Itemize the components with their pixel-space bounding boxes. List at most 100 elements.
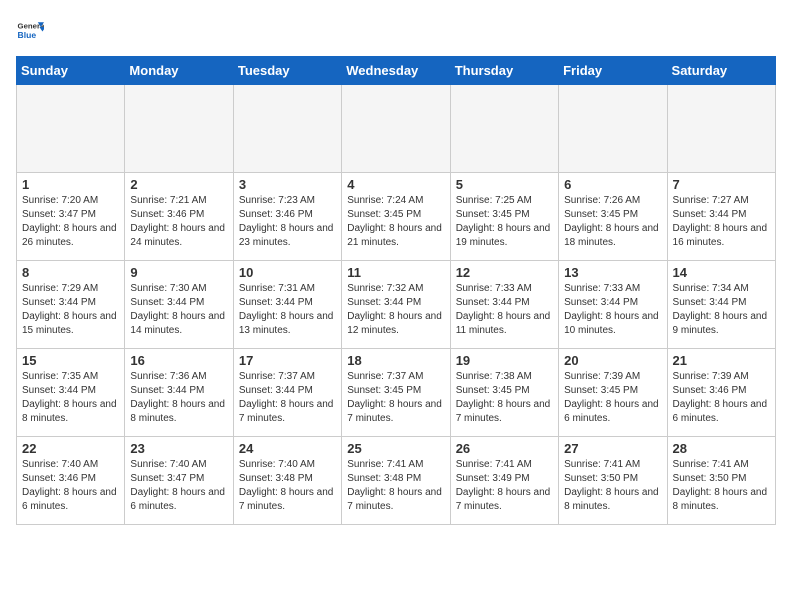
calendar-cell: 5 Sunrise: 7:25 AMSunset: 3:45 PMDaylight… [450, 173, 558, 261]
svg-text:Blue: Blue [18, 30, 37, 40]
calendar-cell: 7 Sunrise: 7:27 AMSunset: 3:44 PMDaylight… [667, 173, 775, 261]
cell-info: Sunrise: 7:34 AMSunset: 3:44 PMDaylight:… [673, 282, 770, 338]
cell-info: Sunrise: 7:27 AMSunset: 3:44 PMDaylight:… [673, 194, 770, 250]
calendar-cell: 19 Sunrise: 7:38 AMSunset: 3:45 PMDayligh… [450, 349, 558, 437]
calendar-cell: 14 Sunrise: 7:34 AMSunset: 3:44 PMDayligh… [667, 261, 775, 349]
day-number: 13 [564, 265, 661, 280]
weekday-header-friday: Friday [559, 57, 667, 85]
calendar-cell [233, 85, 341, 173]
weekday-header-thursday: Thursday [450, 57, 558, 85]
calendar-cell [125, 85, 233, 173]
calendar-cell [17, 85, 125, 173]
calendar-cell [342, 85, 450, 173]
cell-info: Sunrise: 7:41 AMSunset: 3:50 PMDaylight:… [673, 458, 770, 514]
day-number: 11 [347, 265, 444, 280]
day-number: 28 [673, 441, 770, 456]
calendar-cell: 2 Sunrise: 7:21 AMSunset: 3:46 PMDaylight… [125, 173, 233, 261]
calendar-cell: 8 Sunrise: 7:29 AMSunset: 3:44 PMDaylight… [17, 261, 125, 349]
day-number: 9 [130, 265, 227, 280]
calendar-week-3: 8 Sunrise: 7:29 AMSunset: 3:44 PMDaylight… [17, 261, 776, 349]
cell-info: Sunrise: 7:41 AMSunset: 3:48 PMDaylight:… [347, 458, 444, 514]
calendar-week-1 [17, 85, 776, 173]
cell-info: Sunrise: 7:32 AMSunset: 3:44 PMDaylight:… [347, 282, 444, 338]
day-number: 10 [239, 265, 336, 280]
day-number: 1 [22, 177, 119, 192]
weekday-header-wednesday: Wednesday [342, 57, 450, 85]
calendar-cell: 27 Sunrise: 7:41 AMSunset: 3:50 PMDayligh… [559, 437, 667, 525]
cell-info: Sunrise: 7:37 AMSunset: 3:44 PMDaylight:… [239, 370, 336, 426]
calendar-cell: 16Sunrise: 7:36 AMSunset: 3:44 PMDayligh… [125, 349, 233, 437]
calendar-cell: 4 Sunrise: 7:24 AMSunset: 3:45 PMDaylight… [342, 173, 450, 261]
cell-info: Sunrise: 7:33 AMSunset: 3:44 PMDaylight:… [564, 282, 661, 338]
day-number: 25 [347, 441, 444, 456]
cell-info: Sunrise: 7:39 AMSunset: 3:46 PMDaylight:… [673, 370, 770, 426]
day-number: 22 [22, 441, 119, 456]
calendar-cell: 3Sunrise: 7:23 AMSunset: 3:46 PMDaylight… [233, 173, 341, 261]
cell-info: Sunrise: 7:26 AMSunset: 3:45 PMDaylight:… [564, 194, 661, 250]
cell-info: Sunrise: 7:31 AMSunset: 3:44 PMDaylight:… [239, 282, 336, 338]
weekday-header-row: SundayMondayTuesdayWednesdayThursdayFrid… [17, 57, 776, 85]
calendar-cell: 9 Sunrise: 7:30 AMSunset: 3:44 PMDaylight… [125, 261, 233, 349]
cell-info: Sunrise: 7:21 AMSunset: 3:46 PMDaylight:… [130, 194, 227, 250]
weekday-header-sunday: Sunday [17, 57, 125, 85]
cell-info: Sunrise: 7:41 AMSunset: 3:50 PMDaylight:… [564, 458, 661, 514]
calendar-cell: 23 Sunrise: 7:40 AMSunset: 3:47 PMDayligh… [125, 437, 233, 525]
day-number: 24 [239, 441, 336, 456]
calendar-cell: 1Sunrise: 7:20 AMSunset: 3:47 PMDaylight… [17, 173, 125, 261]
day-number: 8 [22, 265, 119, 280]
calendar-week-5: 22 Sunrise: 7:40 AMSunset: 3:46 PMDayligh… [17, 437, 776, 525]
calendar-cell: 26 Sunrise: 7:41 AMSunset: 3:49 PMDayligh… [450, 437, 558, 525]
day-number: 15 [22, 353, 119, 368]
day-number: 21 [673, 353, 770, 368]
cell-info: Sunrise: 7:41 AMSunset: 3:49 PMDaylight:… [456, 458, 553, 514]
cell-info: Sunrise: 7:29 AMSunset: 3:44 PMDaylight:… [22, 282, 119, 338]
calendar-cell: 6 Sunrise: 7:26 AMSunset: 3:45 PMDaylight… [559, 173, 667, 261]
cell-info: Sunrise: 7:35 AMSunset: 3:44 PMDaylight:… [22, 370, 119, 426]
day-number: 14 [673, 265, 770, 280]
calendar-cell: 24Sunrise: 7:40 AMSunset: 3:48 PMDayligh… [233, 437, 341, 525]
calendar-table: SundayMondayTuesdayWednesdayThursdayFrid… [16, 56, 776, 525]
calendar-cell: 25 Sunrise: 7:41 AMSunset: 3:48 PMDayligh… [342, 437, 450, 525]
calendar-cell: 18 Sunrise: 7:37 AMSunset: 3:45 PMDayligh… [342, 349, 450, 437]
cell-info: Sunrise: 7:23 AMSunset: 3:46 PMDaylight:… [239, 194, 336, 250]
calendar-cell: 11 Sunrise: 7:32 AMSunset: 3:44 PMDayligh… [342, 261, 450, 349]
calendar-week-4: 15 Sunrise: 7:35 AMSunset: 3:44 PMDayligh… [17, 349, 776, 437]
day-number: 27 [564, 441, 661, 456]
weekday-header-saturday: Saturday [667, 57, 775, 85]
logo: General Blue [16, 16, 48, 44]
cell-info: Sunrise: 7:38 AMSunset: 3:45 PMDaylight:… [456, 370, 553, 426]
cell-info: Sunrise: 7:37 AMSunset: 3:45 PMDaylight:… [347, 370, 444, 426]
calendar-cell: 17Sunrise: 7:37 AMSunset: 3:44 PMDayligh… [233, 349, 341, 437]
calendar-cell: 10 Sunrise: 7:31 AMSunset: 3:44 PMDayligh… [233, 261, 341, 349]
day-number: 7 [673, 177, 770, 192]
cell-info: Sunrise: 7:25 AMSunset: 3:45 PMDaylight:… [456, 194, 553, 250]
day-number: 6 [564, 177, 661, 192]
weekday-header-tuesday: Tuesday [233, 57, 341, 85]
logo-icon: General Blue [16, 16, 44, 44]
day-number: 26 [456, 441, 553, 456]
cell-info: Sunrise: 7:36 AMSunset: 3:44 PMDaylight:… [130, 370, 227, 426]
day-number: 4 [347, 177, 444, 192]
calendar-cell: 12Sunrise: 7:33 AMSunset: 3:44 PMDayligh… [450, 261, 558, 349]
day-number: 23 [130, 441, 227, 456]
calendar-cell: 21 Sunrise: 7:39 AMSunset: 3:46 PMDayligh… [667, 349, 775, 437]
calendar-cell [667, 85, 775, 173]
cell-info: Sunrise: 7:24 AMSunset: 3:45 PMDaylight:… [347, 194, 444, 250]
day-number: 12 [456, 265, 553, 280]
weekday-header-monday: Monday [125, 57, 233, 85]
cell-info: Sunrise: 7:40 AMSunset: 3:46 PMDaylight:… [22, 458, 119, 514]
page-header: General Blue [16, 16, 776, 44]
calendar-week-2: 1Sunrise: 7:20 AMSunset: 3:47 PMDaylight… [17, 173, 776, 261]
cell-info: Sunrise: 7:30 AMSunset: 3:44 PMDaylight:… [130, 282, 227, 338]
day-number: 19 [456, 353, 553, 368]
calendar-cell: 22 Sunrise: 7:40 AMSunset: 3:46 PMDayligh… [17, 437, 125, 525]
calendar-cell [559, 85, 667, 173]
cell-info: Sunrise: 7:39 AMSunset: 3:45 PMDaylight:… [564, 370, 661, 426]
calendar-cell [450, 85, 558, 173]
day-number: 18 [347, 353, 444, 368]
day-number: 2 [130, 177, 227, 192]
calendar-cell: 13 Sunrise: 7:33 AMSunset: 3:44 PMDayligh… [559, 261, 667, 349]
cell-info: Sunrise: 7:40 AMSunset: 3:47 PMDaylight:… [130, 458, 227, 514]
calendar-cell: 28 Sunrise: 7:41 AMSunset: 3:50 PMDayligh… [667, 437, 775, 525]
day-number: 5 [456, 177, 553, 192]
